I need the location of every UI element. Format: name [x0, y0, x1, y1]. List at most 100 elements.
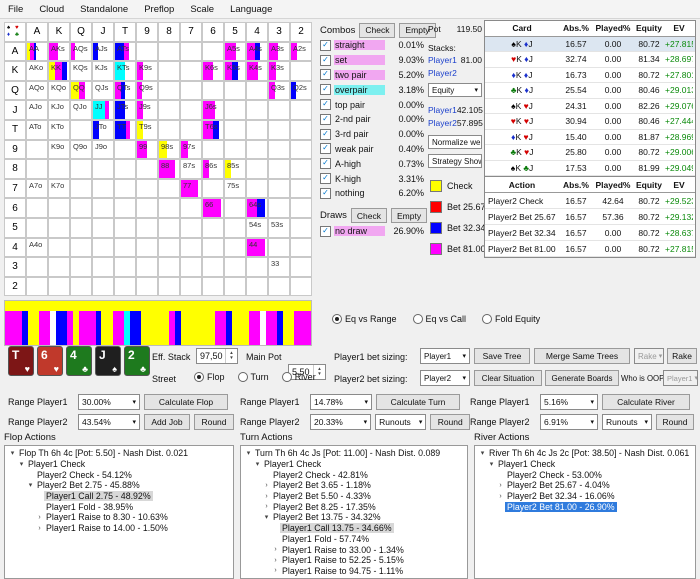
range-p2-flop-dropdown[interactable]: 43.54% ▾: [78, 414, 140, 430]
matrix-cell-A7[interactable]: [180, 41, 202, 62]
combo-checkbox[interactable]: ✓: [320, 99, 331, 111]
tree-node[interactable]: ▾ River Th 6h 4c Js 2c [Pot: 38.50] - Nas…: [476, 448, 694, 459]
matrix-cell-8K[interactable]: [48, 159, 70, 179]
matrix-cell-T5[interactable]: [224, 119, 246, 140]
combo-checkbox[interactable]: ✓: [320, 173, 331, 185]
matrix-cell-24[interactable]: [246, 276, 268, 297]
tree-node[interactable]: Player2 Check - 53.00%: [476, 469, 694, 480]
matrix-cell-59[interactable]: [136, 217, 158, 238]
matrix-cell-5T[interactable]: [114, 217, 136, 238]
matrix-cell-A2s[interactable]: A2s: [290, 41, 312, 62]
table-row[interactable]: ♦K ♥J 15.40 0.00 81.87 +28.969: [485, 130, 695, 145]
table-row[interactable]: ♣K ♥J 25.80 0.00 80.72 +29.006: [485, 145, 695, 161]
matrix-cell-T6s[interactable]: T6s: [202, 119, 224, 140]
table-row[interactable]: Player2 Check 16.57 42.64 80.72 +29.523: [485, 193, 695, 209]
matrix-cell-94[interactable]: [246, 139, 268, 160]
matrix-cell-99[interactable]: 99: [136, 139, 158, 160]
combo-checkbox[interactable]: ✓: [320, 54, 331, 66]
tree-node[interactable]: › Player1 Raise to 14.00 - 1.50%: [6, 523, 232, 534]
range-p2-river-dropdown[interactable]: 6.91% ▾: [540, 414, 598, 430]
matrix-cell-88[interactable]: 88: [158, 159, 180, 179]
matrix-cell-8T[interactable]: [114, 159, 136, 179]
matrix-cell-87s[interactable]: 87s: [180, 159, 202, 179]
matrix-cell-4Q[interactable]: [70, 237, 92, 258]
matrix-cell-56[interactable]: [202, 217, 224, 238]
combo-row-2-nd-pair[interactable]: ✓ 2-nd pair 0.00%: [320, 112, 424, 127]
matrix-cell-J7[interactable]: [180, 100, 202, 120]
matrix-cell-29[interactable]: [136, 276, 158, 297]
combo-row-overpair[interactable]: ✓ overpair 3.18%: [320, 82, 424, 97]
tree-expander-icon[interactable]: ▾: [17, 460, 26, 468]
matrix-cell-Q4[interactable]: [246, 80, 268, 101]
matrix-cell-K2[interactable]: [290, 61, 312, 81]
tree-expander-icon[interactable]: ›: [271, 557, 280, 564]
matrix-cell-KTs[interactable]: KTs: [114, 61, 136, 81]
matrix-cell-33[interactable]: 33: [268, 257, 290, 277]
matrix-cell-63[interactable]: [268, 198, 290, 218]
matrix-cell-KTo[interactable]: KTo: [48, 119, 70, 140]
tree-node[interactable]: Player2 Check - 54.12%: [6, 469, 232, 480]
matrix-cell-A6[interactable]: [202, 41, 224, 62]
round-flop-button[interactable]: Round: [194, 414, 234, 430]
board-card-4♣[interactable]: 4 ♣: [66, 346, 92, 376]
tree-node[interactable]: › Player2 Bet 5.50 - 4.33%: [242, 491, 466, 502]
matrix-cell-J8[interactable]: [158, 100, 180, 120]
matrix-cell-75s[interactable]: 75s: [224, 178, 246, 199]
matrix-cell-K9s[interactable]: K9s: [136, 61, 158, 81]
tree-node[interactable]: › Player2 Bet 25.67 - 4.04%: [476, 480, 694, 491]
runouts-turn-dropdown[interactable]: Runouts ▾: [375, 414, 427, 430]
board-card-6♥[interactable]: 6 ♥: [37, 346, 63, 376]
combo-row-nothing[interactable]: ✓ nothing 6.20%: [320, 186, 424, 201]
matrix-cell-AQo[interactable]: AQo: [26, 80, 48, 101]
matrix-cell-23[interactable]: [268, 276, 290, 297]
calculate-turn-button[interactable]: Calculate Turn: [376, 394, 460, 410]
combo-row-3-rd-pair[interactable]: ✓ 3-rd pair 0.00%: [320, 127, 424, 142]
matrix-cell-93[interactable]: [268, 139, 290, 160]
matrix-cell-79[interactable]: [136, 178, 158, 199]
stack-player2-link[interactable]: Player2: [428, 68, 457, 78]
matrix-cell-Q9s[interactable]: Q9s: [136, 80, 158, 101]
matrix-cell-T7[interactable]: [180, 119, 202, 140]
tree-node[interactable]: ▾ Turn Th 6h 4c Js [Pot: 11.00] - Nash Di…: [242, 448, 466, 459]
table-row[interactable]: ♣K ♦J 25.54 0.00 80.46 +29.013: [485, 83, 695, 99]
matrix-cell-TT[interactable]: TT: [114, 119, 136, 140]
strategy-show-dropdown[interactable]: Strategy Show▾: [428, 154, 482, 168]
generate-boards-button[interactable]: Generate Boards: [545, 370, 619, 386]
matrix-cell-TQ[interactable]: [70, 119, 92, 140]
rake-dropdown[interactable]: Rake ▾: [634, 348, 664, 364]
matrix-cell-QQ[interactable]: QQ: [70, 80, 92, 101]
matrix-cell-QJo[interactable]: QJo: [70, 100, 92, 120]
matrix-cell-T3[interactable]: [268, 119, 290, 140]
tree-expander-icon[interactable]: ›: [35, 514, 44, 521]
rake-button[interactable]: Rake: [667, 348, 697, 364]
matrix-cell-K7o[interactable]: K7o: [48, 178, 70, 199]
matrix-cell-3A[interactable]: [26, 257, 48, 277]
tree-node[interactable]: › Player2 Bet 8.25 - 17.35%: [242, 501, 466, 512]
table-row[interactable]: ♥K ♥J 30.94 0.00 80.46 +27.444: [485, 114, 695, 130]
range-p1-turn-dropdown[interactable]: 14.78% ▾: [310, 394, 372, 410]
matrix-cell-27[interactable]: [180, 276, 202, 297]
tree-expander-icon[interactable]: ›: [496, 493, 505, 500]
range-p2-turn-dropdown[interactable]: 20.33% ▾: [310, 414, 372, 430]
equity-player1-link[interactable]: Player1: [428, 105, 457, 115]
matrix-cell-K9o[interactable]: K9o: [48, 139, 70, 160]
matrix-cell-68[interactable]: [158, 198, 180, 218]
tree-node[interactable]: ▾ Player1 Check: [6, 459, 232, 470]
matrix-cell-QTs[interactable]: QTs: [114, 80, 136, 101]
matrix-cell-2J[interactable]: [92, 276, 114, 297]
matrix-cell-7J[interactable]: [92, 178, 114, 199]
radio-eq-eq-vs-range[interactable]: Eq vs Range: [332, 314, 397, 324]
tree-expander-icon[interactable]: ▾: [8, 449, 17, 457]
menu-item-standalone[interactable]: Standalone: [72, 4, 136, 15]
tree-expander-icon[interactable]: ›: [262, 482, 271, 489]
matrix-cell-32[interactable]: [290, 257, 312, 277]
tree-node[interactable]: ▾ Player2 Bet 2.75 - 45.88%: [6, 480, 232, 491]
round-turn-button[interactable]: Round: [430, 414, 470, 430]
matrix-cell-42[interactable]: [290, 237, 312, 258]
matrix-cell-J2[interactable]: [290, 100, 312, 120]
matrix-cell-3K[interactable]: [48, 257, 70, 277]
tree-node[interactable]: ▾ Player1 Check: [476, 459, 694, 470]
matrix-cell-8A[interactable]: [26, 159, 48, 179]
matrix-cell-JTs[interactable]: JTs: [114, 100, 136, 120]
matrix-cell-Q5[interactable]: [224, 80, 246, 101]
